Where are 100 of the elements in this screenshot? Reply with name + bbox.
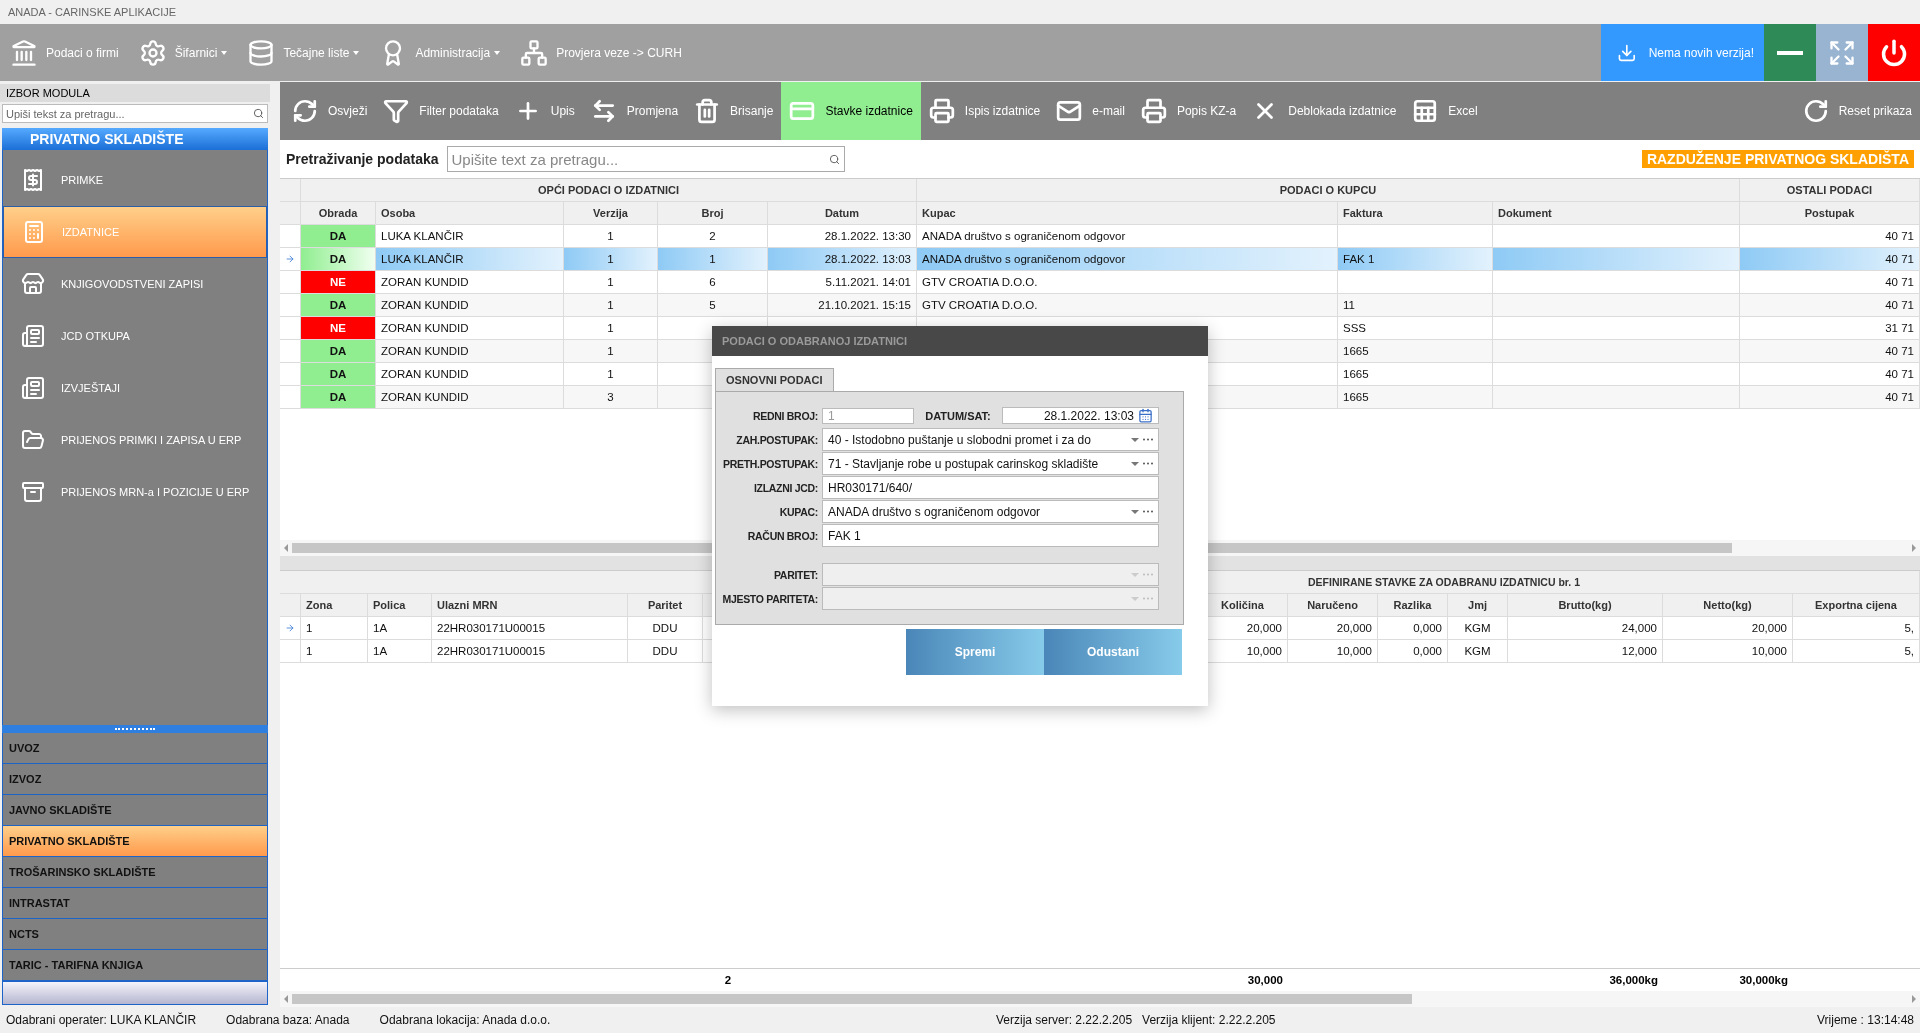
table-cell: 40 71 — [1740, 248, 1920, 271]
search-field[interactable]: Upišite text za pretragu... — [446, 146, 845, 172]
sidebar-item[interactable]: KNJIGOVODSTVENI ZAPISI — [3, 258, 267, 310]
sidebar-item[interactable]: PRIJENOS MRN-a I POZICIJE U ERP — [3, 466, 267, 518]
status-text: Odabrani operater: LUKA KLANČIR — [6, 1013, 197, 1027]
toolbar-button[interactable]: Filter podataka — [375, 82, 507, 140]
menu-item[interactable]: Provjera veze -> CURH — [510, 24, 692, 81]
toolbar-label: Stavke izdatnice — [825, 104, 913, 118]
module-button[interactable]: INTRASTAT — [2, 888, 268, 919]
toolbar-button[interactable]: Brisanje — [686, 82, 782, 140]
module-button[interactable]: PRIVATNO SKLADIŠTE — [2, 826, 268, 857]
status-text: Verzija klijent: 2.22.2.205 — [1142, 1013, 1276, 1027]
module-button[interactable]: UVOZ — [2, 733, 268, 764]
sidebar-label: IZVJEŠTAJI — [61, 382, 121, 394]
field-label: KUPAC: — [778, 504, 818, 519]
sidebar-label: IZDATNICE — [62, 226, 120, 238]
save-button[interactable]: Spremi — [906, 629, 1044, 675]
toolbar-button[interactable]: Deblokada izdatnice — [1244, 82, 1405, 140]
menu-item[interactable]: Šifarnici — [128, 24, 238, 81]
table-cell: 40 71 — [1740, 363, 1920, 386]
table-cell: 1 — [564, 363, 658, 386]
toolbar-button[interactable]: Ispis izdatnice — [920, 82, 1049, 140]
tab[interactable]: OSNOVNI PODACI — [715, 368, 834, 391]
cancel-button[interactable]: Odustani — [1044, 629, 1182, 675]
field-label: PARITET: — [772, 567, 818, 582]
table-cell: 1A — [368, 640, 432, 663]
toolbar-button[interactable]: Upis — [506, 82, 583, 140]
table-cell: 1 — [564, 340, 658, 363]
toolbar-button[interactable]: Excel — [1404, 82, 1486, 140]
table-cell: 1 — [564, 225, 658, 248]
module-button[interactable]: NCTS — [2, 919, 268, 950]
table-cell: LUKA KLANČIR — [376, 225, 564, 248]
toolbar-label: Upis — [550, 104, 575, 118]
input-field[interactable]: 1 — [822, 407, 914, 424]
column-header[interactable]: Ulazni MRN — [432, 594, 628, 617]
column-header[interactable]: Razlika — [1378, 594, 1448, 617]
update-button[interactable]: Nema novih verzija! — [1601, 24, 1764, 81]
date-field[interactable]: 28.1.2022. 13:03 — [1002, 407, 1159, 424]
module-button[interactable]: JAVNO SKLADIŠTE — [2, 795, 268, 826]
total-value: 30,000 — [1246, 973, 1284, 988]
column-header[interactable]: Jmj — [1448, 594, 1508, 617]
field-label: DATUM/SAT: — [924, 409, 992, 422]
column-header[interactable]: Postupak — [1740, 202, 1920, 225]
panel-header: IZBOR MODULA — [0, 84, 270, 102]
module-button[interactable]: TROŠARINSKO SKLADIŠTE — [2, 857, 268, 888]
column-header[interactable]: Dokument — [1493, 202, 1740, 225]
column-header[interactable]: Faktura — [1338, 202, 1493, 225]
status-cell: DA — [301, 248, 376, 271]
module-button[interactable]: TARIC - TARIFNA KNJIGA — [2, 950, 268, 981]
menu-label: Šifarnici — [174, 45, 218, 60]
column-header[interactable]: Osoba — [376, 202, 564, 225]
toolbar-label: Brisanje — [730, 104, 774, 118]
table-cell: 40 71 — [1740, 225, 1920, 248]
column-header[interactable]: Zona — [301, 594, 368, 617]
column-header[interactable]: Obrada — [301, 202, 376, 225]
search-field[interactable]: Upiši tekst za pretragu... — [2, 104, 268, 123]
toolbar-button[interactable]: e-mail — [1048, 82, 1133, 140]
table-cell: 1665 — [1338, 363, 1493, 386]
toolbar-button[interactable]: Osvježi — [284, 82, 376, 140]
status-cell: NE — [301, 271, 376, 294]
combo-box[interactable]: 71 - Stavljanje robe u postupak carinskog skladište — [822, 452, 1159, 475]
sidebar-item[interactable]: PRIJENOS PRIMKI I ZAPISA U ERP — [3, 414, 267, 466]
sidebar-item[interactable]: PRIMKE — [3, 154, 267, 206]
menu-item[interactable]: Administracija — [369, 24, 511, 81]
column-header[interactable]: Kupac — [917, 202, 1338, 225]
column-header[interactable]: Brutto(kg) — [1508, 594, 1663, 617]
menu-item[interactable]: Tečajne liste — [237, 24, 370, 81]
input-field[interactable]: FAK 1 — [822, 524, 1159, 547]
toolbar-label: e-mail — [1092, 104, 1125, 118]
toolbar-button[interactable]: Stavke izdatnice — [781, 82, 921, 140]
column-header[interactable]: Paritet — [628, 594, 703, 617]
column-header[interactable]: Naručeno — [1288, 594, 1378, 617]
column-header[interactable]: Broj — [658, 202, 768, 225]
toolbar-button[interactable]: Popis KZ-a — [1132, 82, 1245, 140]
sidebar-item[interactable]: JCD OTKUPA — [3, 310, 267, 362]
group-header: PODACI O KUPCU — [917, 179, 1740, 202]
table-cell: 1 — [564, 271, 658, 294]
table-cell: KGM — [1448, 617, 1508, 640]
combo-box[interactable]: 40 - Istodobno puštanje u slobodni promet i za do — [822, 428, 1159, 451]
table-cell: 1 — [564, 294, 658, 317]
toolbar-button[interactable]: Promjena — [582, 82, 687, 140]
module-button[interactable]: IZVOZ — [2, 764, 268, 795]
column-header[interactable]: Exportna cijena — [1793, 594, 1920, 617]
toolbar-button[interactable]: Reset prikaza — [1794, 82, 1920, 140]
table-cell: ANADA društvo s ograničenom odgovor — [917, 248, 1338, 271]
column-header[interactable]: Datum — [768, 202, 917, 225]
sidebar-label: JCD OTKUPA — [61, 330, 130, 342]
section-title: RAZDUŽENJE PRIVATNOG SKLADIŠTA — [1641, 150, 1914, 168]
toolbar-label: Ispis izdatnice — [964, 104, 1041, 118]
column-header[interactable]: Polica — [368, 594, 432, 617]
table-cell: ZORAN KUNDID — [376, 386, 564, 409]
column-header[interactable]: Verzija — [564, 202, 658, 225]
status-cell: DA — [301, 225, 376, 248]
table-cell: 22HR030171U00015 — [432, 640, 628, 663]
input-field[interactable]: HR030171/640/ — [822, 476, 1159, 499]
table-cell: GTV CROATIA D.O.O. — [917, 271, 1338, 294]
menu-item[interactable]: Podaci o firmi — [0, 24, 129, 81]
sidebar-item[interactable]: IZVJEŠTAJI — [3, 362, 267, 414]
combo-box[interactable]: ANADA društvo s ograničenom odgovor — [822, 500, 1159, 523]
column-header[interactable]: Netto(kg) — [1663, 594, 1793, 617]
